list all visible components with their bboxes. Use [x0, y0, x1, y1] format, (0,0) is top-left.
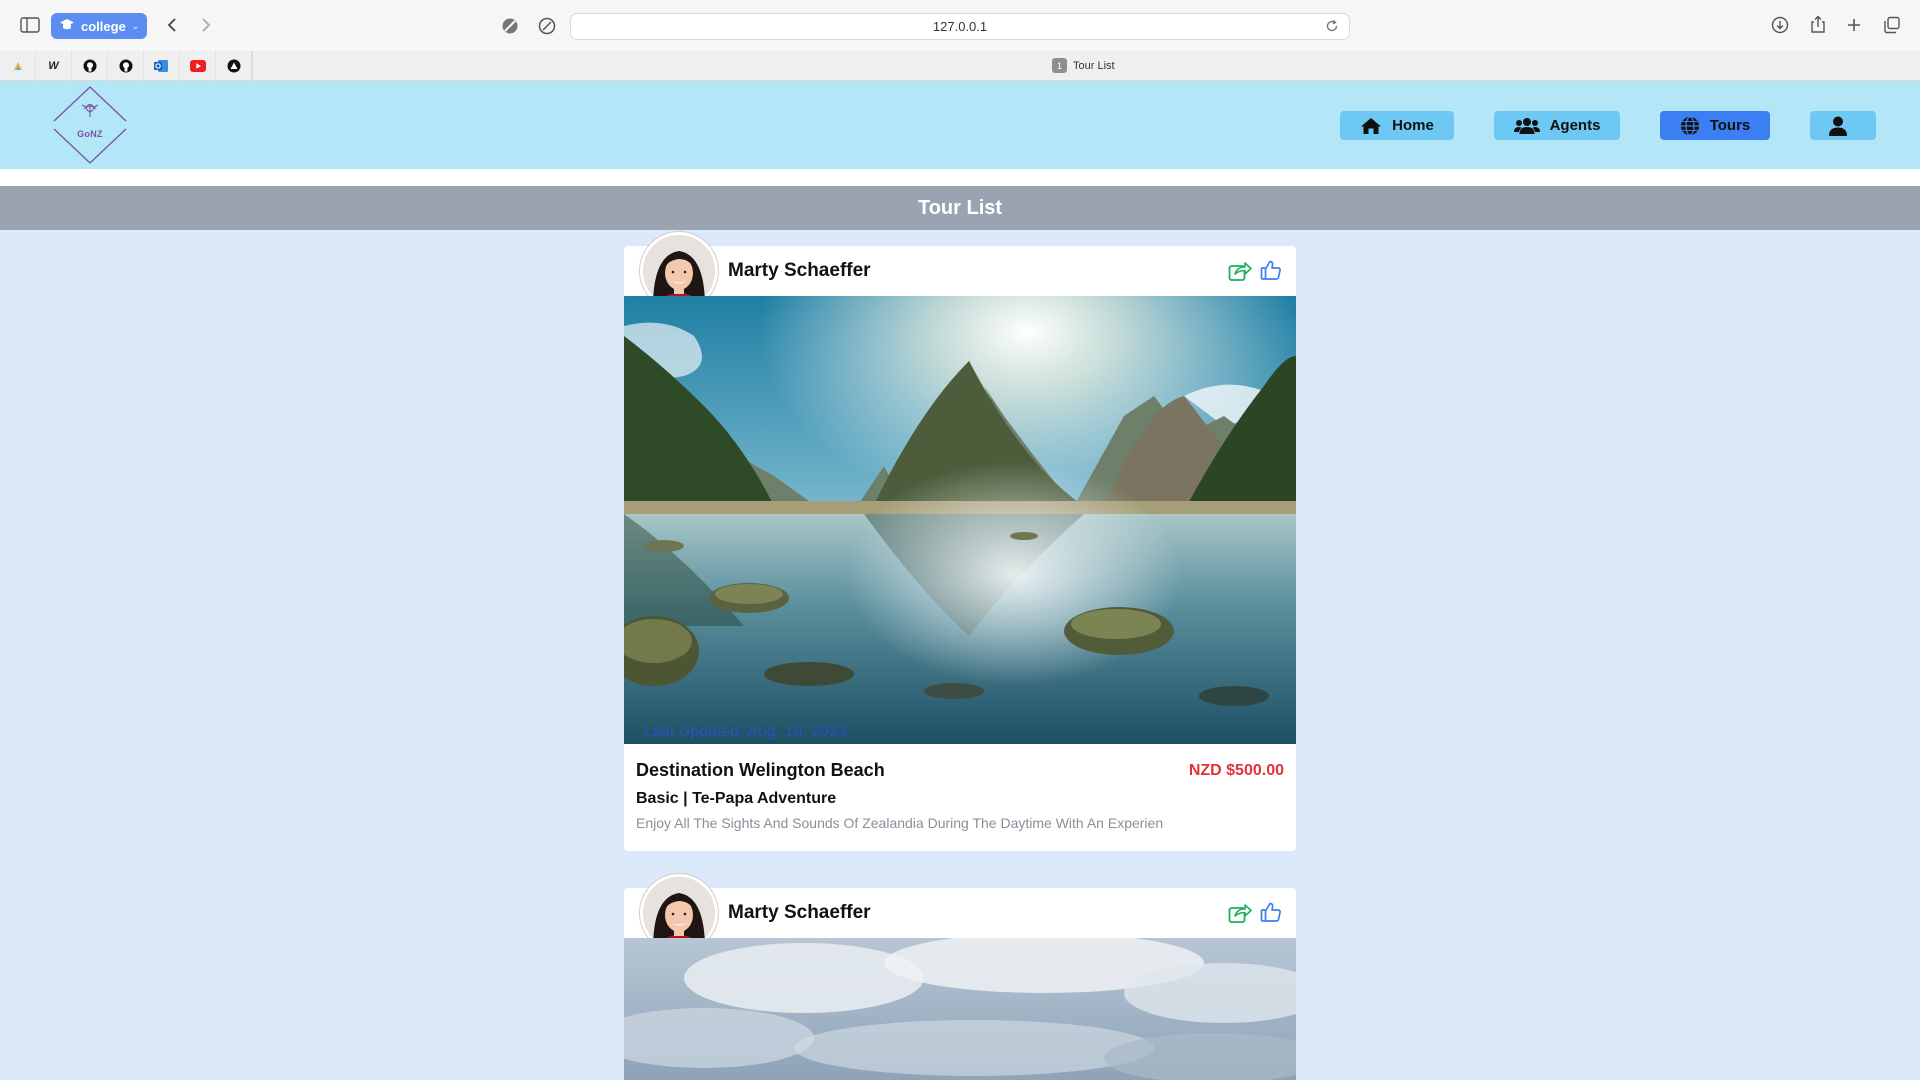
github-icon [119, 59, 132, 73]
back-icon[interactable] [160, 14, 184, 36]
logo-text: GoNZ [77, 129, 103, 139]
home-icon [1361, 117, 1382, 134]
tour-photo[interactable]: Last Updated: Aug. 18, 2023 [624, 296, 1296, 744]
tour-card-header: Marty Schaeffer [624, 232, 1296, 310]
profile-switcher[interactable]: college ⌄ [51, 13, 147, 39]
url-text: 127.0.0.1 [932, 19, 988, 34]
site-header: GoNZ Home Agents Tours [0, 81, 1920, 169]
forward-icon[interactable] [194, 14, 218, 36]
tab-number-badge: 1 [1052, 58, 1067, 73]
page-title-bar: Tour List [0, 186, 1920, 230]
site-logo[interactable]: GoNZ [52, 83, 128, 167]
pinned-tab-3[interactable] [72, 51, 108, 81]
nav-tours-button[interactable]: Tours [1660, 111, 1770, 140]
nav-home-button[interactable]: Home [1340, 111, 1454, 140]
tour-package: Basic | Te-Papa Adventure [636, 790, 837, 807]
users-icon [1513, 117, 1540, 134]
agent-name[interactable]: Marty Schaeffer [728, 260, 871, 282]
agent-name[interactable]: Marty Schaeffer [728, 902, 871, 924]
tab-title: Tour List [1073, 59, 1115, 72]
github-icon [83, 59, 96, 73]
tour-card-header: Marty Schaeffer [624, 874, 1296, 952]
address-bar[interactable]: 127.0.0.1 [570, 13, 1350, 40]
new-tab-icon[interactable] [1842, 14, 1866, 36]
nav-profile-button[interactable] [1810, 111, 1876, 140]
tour-description: Enjoy All The Sights And Sounds Of Zeala… [636, 815, 1164, 831]
triangle-logo-icon [227, 59, 240, 73]
pinned-tab-4[interactable] [108, 51, 144, 81]
sidebar-toggle-icon[interactable] [18, 14, 42, 36]
tab-bar [0, 51, 1920, 81]
extension-icon[interactable] [535, 15, 559, 37]
nav-agents-button[interactable]: Agents [1494, 111, 1620, 140]
nav-home-label: Home [1392, 117, 1434, 134]
chevron-down-icon: ⌄ [131, 20, 140, 31]
nav-agents-label: Agents [1549, 117, 1601, 134]
graduation-cap-icon [59, 18, 75, 35]
tour-card[interactable]: Marty Schaeffer [624, 874, 1296, 1080]
tour-details: Destination Welington Beach NZD $500.00 … [624, 744, 1296, 851]
pinned-tabs: W [0, 51, 253, 81]
thumbs-up-icon[interactable] [1260, 901, 1282, 923]
active-tab[interactable]: 1 Tour List [1052, 58, 1115, 73]
pinned-tab-2[interactable]: W [36, 51, 72, 81]
tour-card[interactable]: Marty Schaeffer [624, 232, 1296, 851]
tab-overview-icon[interactable] [1880, 14, 1904, 36]
outlook-icon [154, 60, 168, 72]
pinned-tab-7[interactable] [216, 51, 252, 81]
reload-icon[interactable] [1325, 19, 1339, 36]
page-title: Tour List [917, 196, 1003, 219]
privacy-report-icon[interactable] [498, 15, 522, 37]
nav-tours-label: Tours [1709, 117, 1751, 134]
last-updated: Last Updated: Aug. 18, 2023 [644, 723, 847, 740]
pinned-tab-6[interactable] [180, 51, 216, 81]
tour-destination[interactable]: Destination Welington Beach [636, 760, 1284, 781]
thumbs-up-icon[interactable] [1260, 259, 1282, 281]
tour-photo[interactable] [624, 938, 1296, 1080]
user-icon [1829, 116, 1847, 136]
browser-toolbar: college ⌄ 127.0.0.1 [0, 0, 1920, 51]
share-icon[interactable] [1228, 260, 1252, 282]
downloads-icon[interactable] [1768, 14, 1792, 36]
tour-price: NZD $500.00 [1188, 762, 1284, 779]
pinned-tab-5[interactable] [144, 51, 180, 81]
globe-icon [1680, 115, 1699, 136]
pinned-tab-1[interactable] [0, 51, 36, 81]
youtube-icon [189, 60, 206, 72]
w-logo-icon: W [48, 60, 59, 72]
header-spacer [0, 169, 1920, 186]
profile-label: college [81, 18, 126, 34]
share-browser-icon[interactable] [1806, 13, 1830, 35]
share-icon[interactable] [1228, 902, 1252, 924]
